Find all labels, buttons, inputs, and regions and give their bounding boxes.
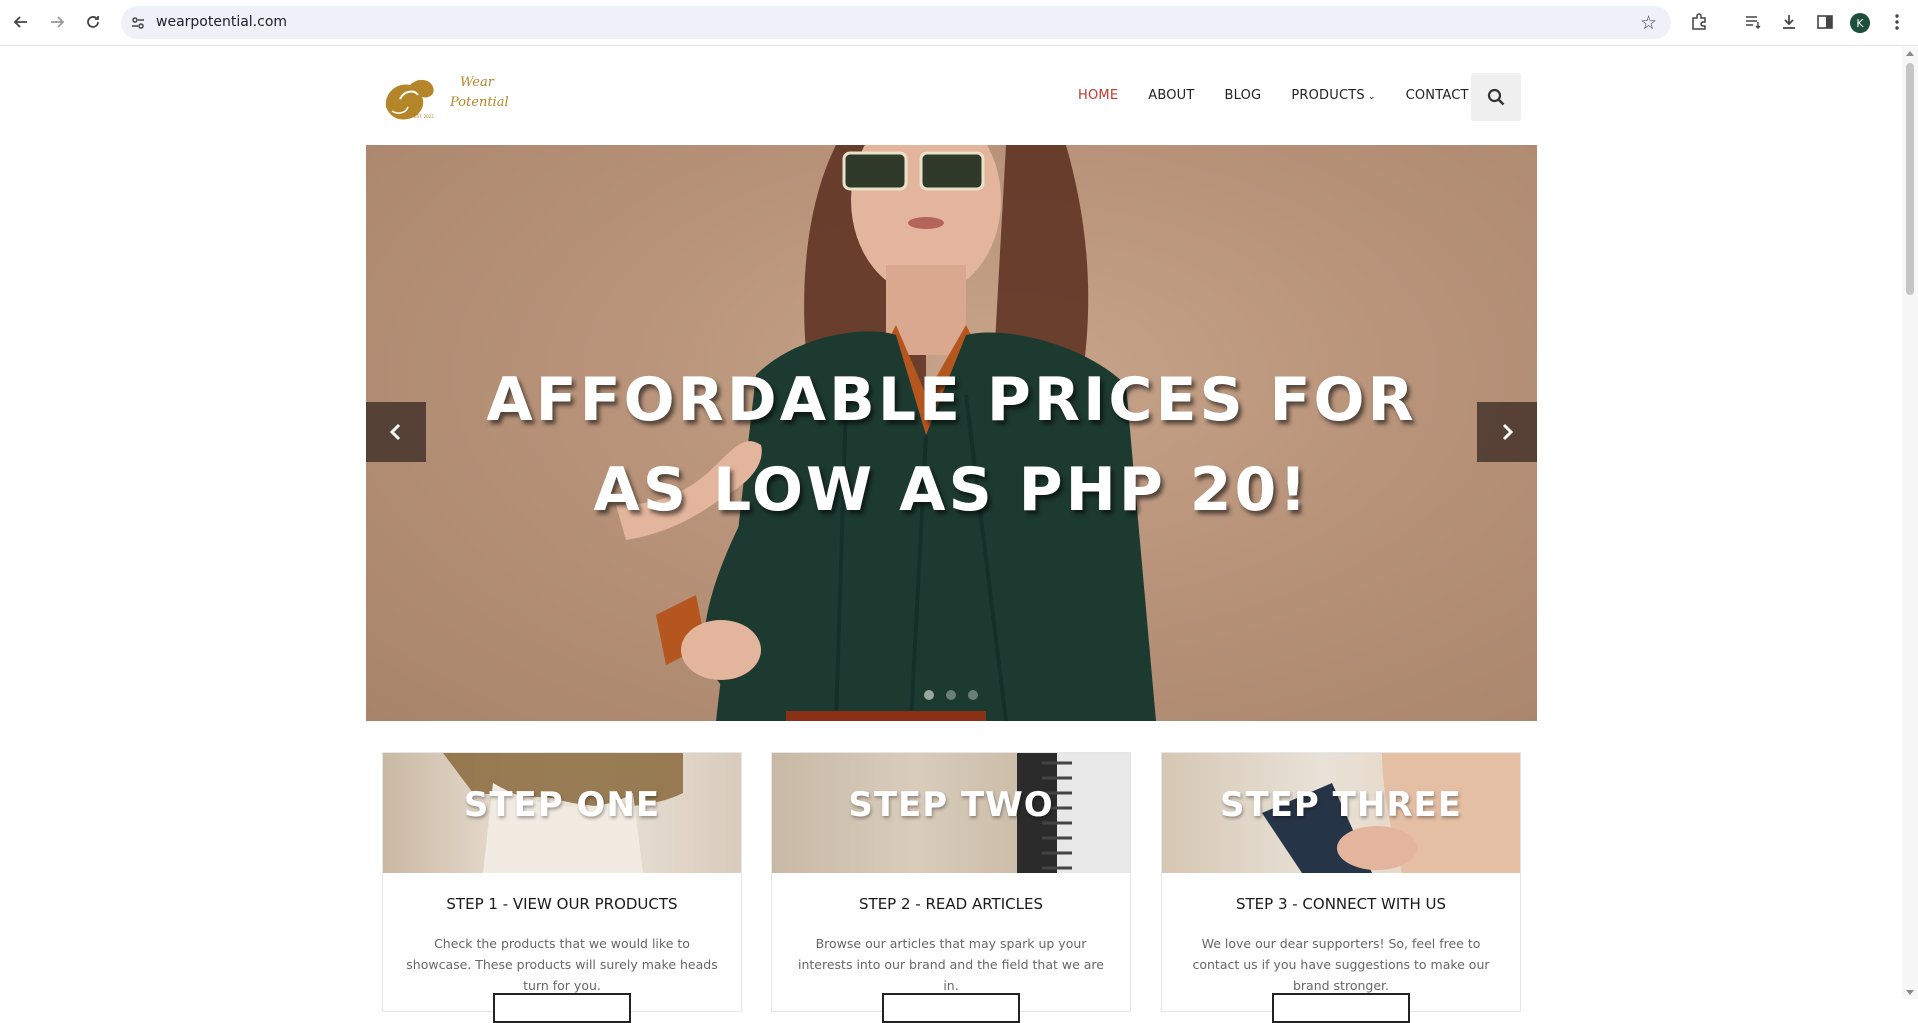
main-nav: HOME ABOUT BLOG PRODUCTS ⌄ CONTACT — [1078, 88, 1499, 103]
extensions-icon[interactable] — [1688, 11, 1710, 33]
profile-avatar[interactable]: K — [1850, 13, 1870, 33]
step-card-title: STEP 1 - VIEW OUR PRODUCTS — [446, 895, 678, 913]
scroll-thumb[interactable] — [1906, 63, 1914, 295]
step-card-description: We love our dear supporters! So, feel fr… — [1192, 936, 1490, 993]
step-card-title: STEP 2 - READ ARTICLES — [859, 895, 1043, 913]
nav-contact[interactable]: CONTACT — [1406, 88, 1469, 103]
back-icon[interactable] — [10, 11, 32, 33]
nav-products-label: PRODUCTS — [1291, 88, 1365, 103]
slider-next-button[interactable] — [1477, 402, 1537, 462]
nav-about[interactable]: ABOUT — [1148, 88, 1194, 103]
step-card-image: STEP TWO — [772, 753, 1130, 873]
step-card-title: STEP 3 - CONNECT WITH US — [1235, 895, 1447, 913]
slider-dot[interactable] — [924, 690, 934, 700]
nav-blog[interactable]: BLOG — [1225, 88, 1262, 103]
site-logo[interactable]: Wear Potential EST. 2022 — [378, 67, 513, 127]
hero-headline-line-1: AFFORDABLE PRICES FOR — [486, 365, 1417, 435]
step-card-image-label: STEP ONE — [463, 785, 661, 825]
search-icon — [1487, 88, 1505, 106]
slider-prev-button[interactable] — [366, 402, 426, 462]
hero-slider[interactable]: AFFORDABLE PRICES FOR AS LOW AS PHP 20! — [366, 145, 1537, 721]
download-icon[interactable] — [1778, 11, 1800, 33]
forward-icon[interactable] — [46, 11, 68, 33]
step-card-3: STEP THREE STEP 3 - CONNECT WITH US We l… — [1161, 752, 1521, 1023]
page-scrollbar[interactable] — [1902, 47, 1918, 999]
site-settings-icon[interactable] — [129, 14, 147, 32]
logo-text-est: EST. 2022 — [414, 114, 434, 119]
bookmark-star-icon[interactable]: ☆ — [1640, 12, 1657, 35]
scroll-up-arrow[interactable] — [1906, 51, 1914, 56]
nav-products[interactable]: PRODUCTS ⌄ — [1291, 88, 1375, 103]
slider-dot[interactable] — [968, 690, 978, 700]
step-card-image-label: STEP THREE — [1220, 785, 1462, 825]
chevron-left-icon — [389, 423, 401, 441]
step-card-description: Browse our articles that may spark up yo… — [798, 936, 1104, 993]
slider-pagination — [924, 690, 978, 700]
nav-home[interactable]: HOME — [1078, 88, 1118, 103]
chevron-right-icon — [1502, 423, 1514, 441]
step-card-button[interactable] — [882, 993, 1020, 1023]
logo-text-wear: Wear — [460, 75, 494, 90]
logo-text-potential: Potential — [450, 95, 509, 110]
step-card-1: STEP ONE STEP 1 - VIEW OUR PRODUCTS Chec… — [382, 752, 742, 1023]
side-panel-icon[interactable] — [1814, 11, 1836, 33]
more-menu-icon[interactable] — [1886, 11, 1908, 33]
slider-dot[interactable] — [946, 690, 956, 700]
step-card-image: STEP THREE — [1162, 753, 1520, 873]
address-bar[interactable]: wearpotential.com ☆ — [121, 6, 1671, 39]
step-card-image: STEP ONE — [383, 753, 741, 873]
search-button[interactable] — [1471, 73, 1521, 121]
reading-list-icon[interactable] — [1742, 11, 1764, 33]
hero-headline-line-2: AS LOW AS PHP 20! — [593, 455, 1310, 525]
step-card-image-label: STEP TWO — [848, 785, 1054, 825]
hero-headline: AFFORDABLE PRICES FOR AS LOW AS PHP 20! — [366, 355, 1537, 535]
chevron-down-icon: ⌄ — [1367, 92, 1376, 102]
site-header: Wear Potential EST. 2022 HOME ABOUT BLOG… — [0, 47, 1902, 145]
url-text[interactable]: wearpotential.com — [156, 14, 287, 30]
scroll-down-arrow[interactable] — [1906, 990, 1914, 995]
step-card-button[interactable] — [1272, 993, 1410, 1023]
browser-toolbar: wearpotential.com ☆ K — [0, 0, 1918, 46]
step-card-button[interactable] — [493, 993, 631, 1023]
step-card-2: STEP TWO STEP 2 - READ ARTICLES Browse o… — [771, 752, 1131, 1023]
step-card-description: Check the products that we would like to… — [406, 936, 718, 993]
reload-icon[interactable] — [82, 11, 104, 33]
